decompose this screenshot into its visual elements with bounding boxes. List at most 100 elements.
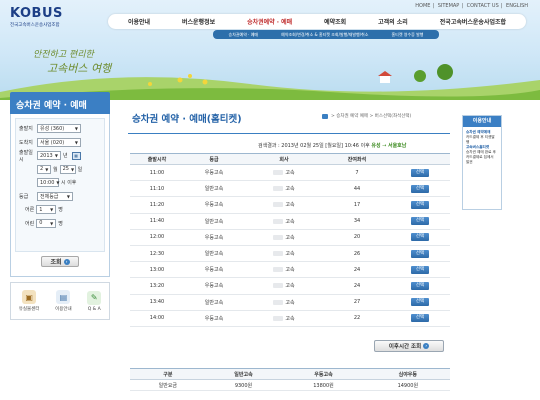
day-unit: 일 — [77, 166, 83, 173]
departure-row: 출발지 유성 (360) ▼ — [19, 122, 101, 136]
row-company: 고속 — [244, 245, 324, 263]
nav-lookup[interactable]: 예약조회 — [324, 17, 346, 26]
table-row: 11:10 일반고속 고속 44 선택 — [130, 180, 450, 198]
home-icon[interactable] — [322, 113, 328, 119]
grade-select[interactable]: 전체등급 ▼ — [37, 191, 73, 201]
table-row: 11:40 일반고속 고속 34 선택 — [130, 213, 450, 230]
quick-links: ▣ 유실물센터 ▤ 이용안내 ✎ Q & A — [10, 282, 110, 320]
box-icon: ▣ — [22, 290, 37, 304]
title-divider — [128, 133, 450, 134]
util-home-link[interactable]: HOME — [415, 3, 430, 9]
select-button[interactable]: 선택 — [411, 233, 429, 242]
company-name-redacted — [273, 234, 284, 240]
later-time-button[interactable]: 이후시간 조회 › — [374, 340, 444, 352]
chevron-down-icon: ▼ — [50, 207, 54, 213]
child-select[interactable]: 0 ▼ — [36, 218, 57, 228]
arrival-select[interactable]: 서울 (020) ▼ — [37, 137, 81, 147]
route-arrow: → — [382, 143, 387, 149]
fare-type: 일반요금 — [130, 379, 206, 391]
grade-value: 전체등급 — [40, 193, 59, 200]
hour-select[interactable]: 10:00 ▼ — [37, 178, 60, 188]
util-english-link[interactable]: ENGLISH — [506, 3, 528, 9]
adult-select[interactable]: 1 ▼ — [36, 205, 57, 215]
lost-found-label: 유실물센터 — [18, 307, 40, 312]
month-value: 2 — [40, 166, 44, 173]
row-action: 선택 — [390, 310, 450, 327]
grade-row: 등급 전체등급 ▼ — [19, 190, 101, 204]
logo-mark: KOBUS — [10, 6, 63, 21]
child-unit: 명 — [58, 220, 63, 227]
select-button[interactable]: 선택 — [411, 249, 429, 258]
row-company-suffix: 고속 — [285, 234, 295, 241]
row-company: 고속 — [244, 229, 324, 246]
select-button[interactable]: 선택 — [411, 217, 429, 226]
hour-value: 10:00 — [40, 179, 55, 186]
fare-col-regular: 일반고속 — [205, 368, 282, 380]
select-button[interactable]: 선택 — [411, 200, 429, 209]
select-button[interactable]: 선택 — [411, 281, 429, 290]
nav-guide[interactable]: 이용안내 — [128, 17, 150, 26]
col-action — [390, 153, 450, 165]
child-value: 0 — [39, 220, 43, 227]
lost-found-link[interactable]: ▣ 유실물센터 — [18, 290, 40, 312]
slogan: 안전하고 편리한 고속버스 여행 — [33, 47, 111, 76]
nav-association[interactable]: 전국고속버스운송사업조합 — [440, 17, 506, 26]
sub-navigation: 승차권예약 · 예매 예약조회/변경/취소 & 홈티켓 조회/발행/재발행/취소… — [213, 30, 439, 39]
row-company: 고속 — [244, 310, 324, 327]
row-seats: 22 — [324, 310, 390, 327]
row-grade: 우등고속 — [184, 229, 244, 246]
util-contact-link[interactable]: CONTACT US — [467, 3, 499, 9]
grade-label: 등급 — [19, 193, 29, 200]
row-seats: 24 — [324, 277, 390, 295]
fare-night: 14900원 — [365, 379, 450, 391]
row-action: 선택 — [390, 229, 450, 246]
nav-bus-info[interactable]: 버스운행정보 — [182, 17, 215, 26]
select-button[interactable]: 선택 — [411, 314, 429, 323]
util-sitemap-link[interactable]: SITEMAP — [438, 3, 460, 9]
fare-header-row: 구분 일반고속 우등고속 심야우등 — [130, 368, 450, 380]
logo[interactable]: KOBUS 전국고속버스운송사업조합 — [10, 6, 63, 28]
company-name-redacted — [273, 251, 284, 257]
chevron-down-icon: ▼ — [70, 166, 75, 172]
nav-reservation[interactable]: 승차권예약 · 예매 — [247, 17, 292, 26]
utility-links: HOME | SITEMAP | CONTACT US | ENGLISH — [415, 3, 528, 9]
select-button[interactable]: 선택 — [411, 184, 429, 193]
day-value: 25 — [62, 166, 69, 173]
row-company-suffix: 고속 — [285, 299, 295, 306]
row-company: 고속 — [244, 277, 324, 295]
year-value: 2013 — [40, 152, 53, 159]
company-name-redacted — [273, 267, 284, 273]
chevron-down-icon: ▼ — [45, 166, 49, 172]
table-row: 13:00 우등고속 고속 24 선택 — [130, 261, 450, 279]
row-company-suffix: 고속 — [285, 170, 295, 177]
row-grade: 일반고속 — [184, 180, 244, 198]
fare-row: 일반요금 9300원 13800원 14900원 — [130, 379, 450, 391]
calendar-icon[interactable]: ▦ — [71, 151, 81, 160]
subnav-receipt[interactable]: 홈티켓 영수증 발행 — [391, 32, 423, 38]
row-grade: 우등고속 — [184, 277, 244, 295]
info-item2-title: 고속버스홈티켓 — [466, 145, 490, 149]
row-company-suffix: 고속 — [285, 315, 295, 322]
fare-col-premium: 우등고속 — [281, 368, 366, 380]
month-select[interactable]: 2 ▼ — [37, 164, 51, 174]
select-button[interactable]: 선택 — [411, 265, 429, 274]
row-company-suffix: 고속 — [285, 251, 295, 258]
row-company: 고속 — [244, 213, 324, 230]
date-label: 출발일시 — [19, 149, 33, 163]
chevron-down-icon: ▼ — [74, 126, 78, 132]
select-button[interactable]: 선택 — [411, 298, 429, 307]
qa-link[interactable]: ✎ Q & A — [87, 290, 102, 312]
day-select[interactable]: 25 ▼ — [59, 164, 76, 174]
select-button[interactable]: 선택 — [411, 168, 429, 177]
departure-select[interactable]: 유성 (360) ▼ — [37, 124, 81, 134]
year-select[interactable]: 2013 ▼ — [37, 151, 61, 161]
row-company-suffix: 고속 — [285, 186, 295, 193]
subnav-lookup-change[interactable]: 예약조회/변경/취소 & 홈티켓 조회/발행/재발행/취소 — [281, 32, 368, 38]
search-button[interactable]: 조회 › — [41, 256, 79, 267]
subnav-reserve[interactable]: 승차권예약 · 예매 — [229, 32, 259, 38]
site-header: KOBUS 전국고속버스운송사업조합 HOME | SITEMAP | CONTAC… — [0, 0, 540, 100]
nav-customer-voice[interactable]: 고객의 소리 — [378, 17, 408, 26]
row-action: 선택 — [390, 294, 450, 311]
guide-link[interactable]: ▤ 이용안내 — [55, 290, 72, 312]
bus-schedule-table: 출발시각 등급 회사 잔여좌석 11:00 우등고속 고속 7 선택 11:10 일반고속 고… — [130, 153, 450, 327]
